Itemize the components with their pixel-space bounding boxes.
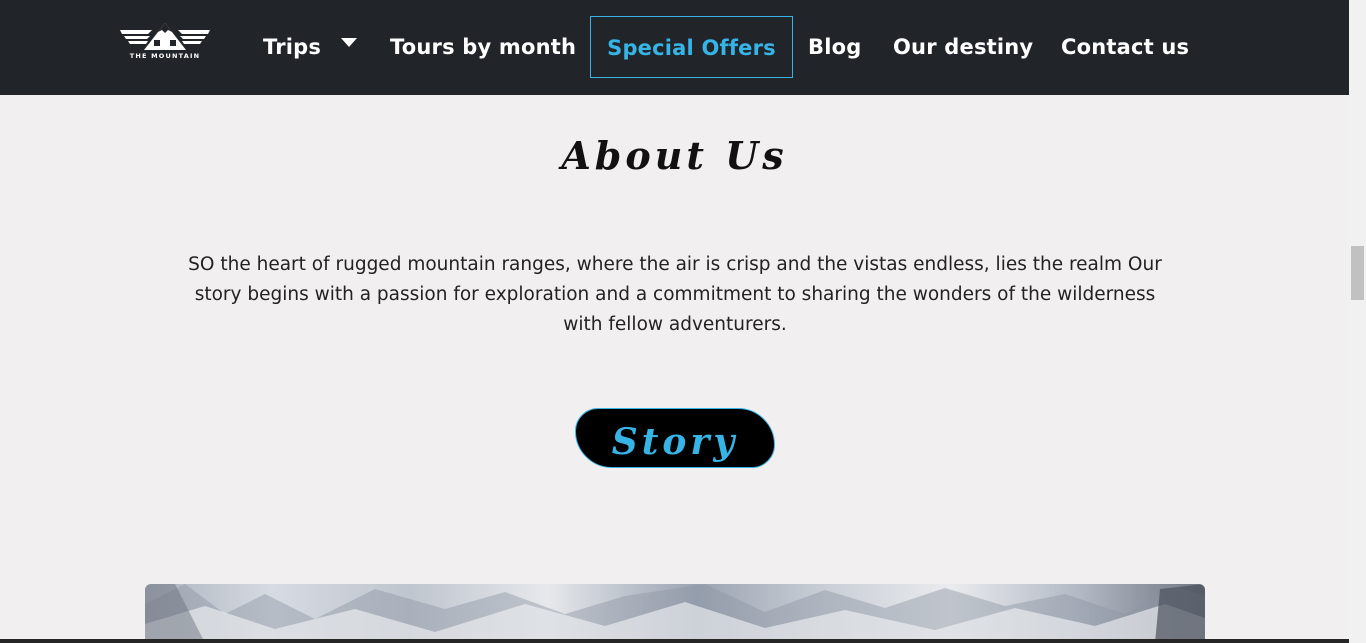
chevron-down-icon[interactable] — [341, 38, 357, 47]
nav-special-offers[interactable]: Special Offers — [590, 16, 793, 78]
nav-tours-by-month[interactable]: Tours by month — [390, 16, 576, 78]
mountain-logo-icon — [120, 23, 210, 50]
bottom-edge-bar — [0, 639, 1349, 643]
scrollbar-track[interactable] — [1349, 0, 1366, 643]
scrollbar-thumb[interactable] — [1351, 246, 1364, 300]
about-title: About Us — [561, 133, 788, 178]
logo-text: THE MOUNTAIN — [129, 52, 201, 60]
top-navbar: THE MOUNTAIN Trips Tours by month Specia… — [0, 0, 1349, 95]
nav-blog[interactable]: Blog — [808, 16, 861, 78]
about-text: SO the heart of rugged mountain ranges, … — [188, 254, 1162, 335]
nav-our-destiny[interactable]: Our destiny — [893, 16, 1033, 78]
logo[interactable]: THE MOUNTAIN — [118, 20, 212, 62]
mountain-image — [145, 584, 1205, 643]
story-button[interactable]: Story — [575, 408, 775, 468]
nav-trips[interactable]: Trips — [263, 16, 321, 78]
nav-contact-us[interactable]: Contact us — [1061, 16, 1189, 78]
mountain-photo-graphic — [145, 584, 1205, 643]
story-button-label: Story — [611, 421, 739, 463]
